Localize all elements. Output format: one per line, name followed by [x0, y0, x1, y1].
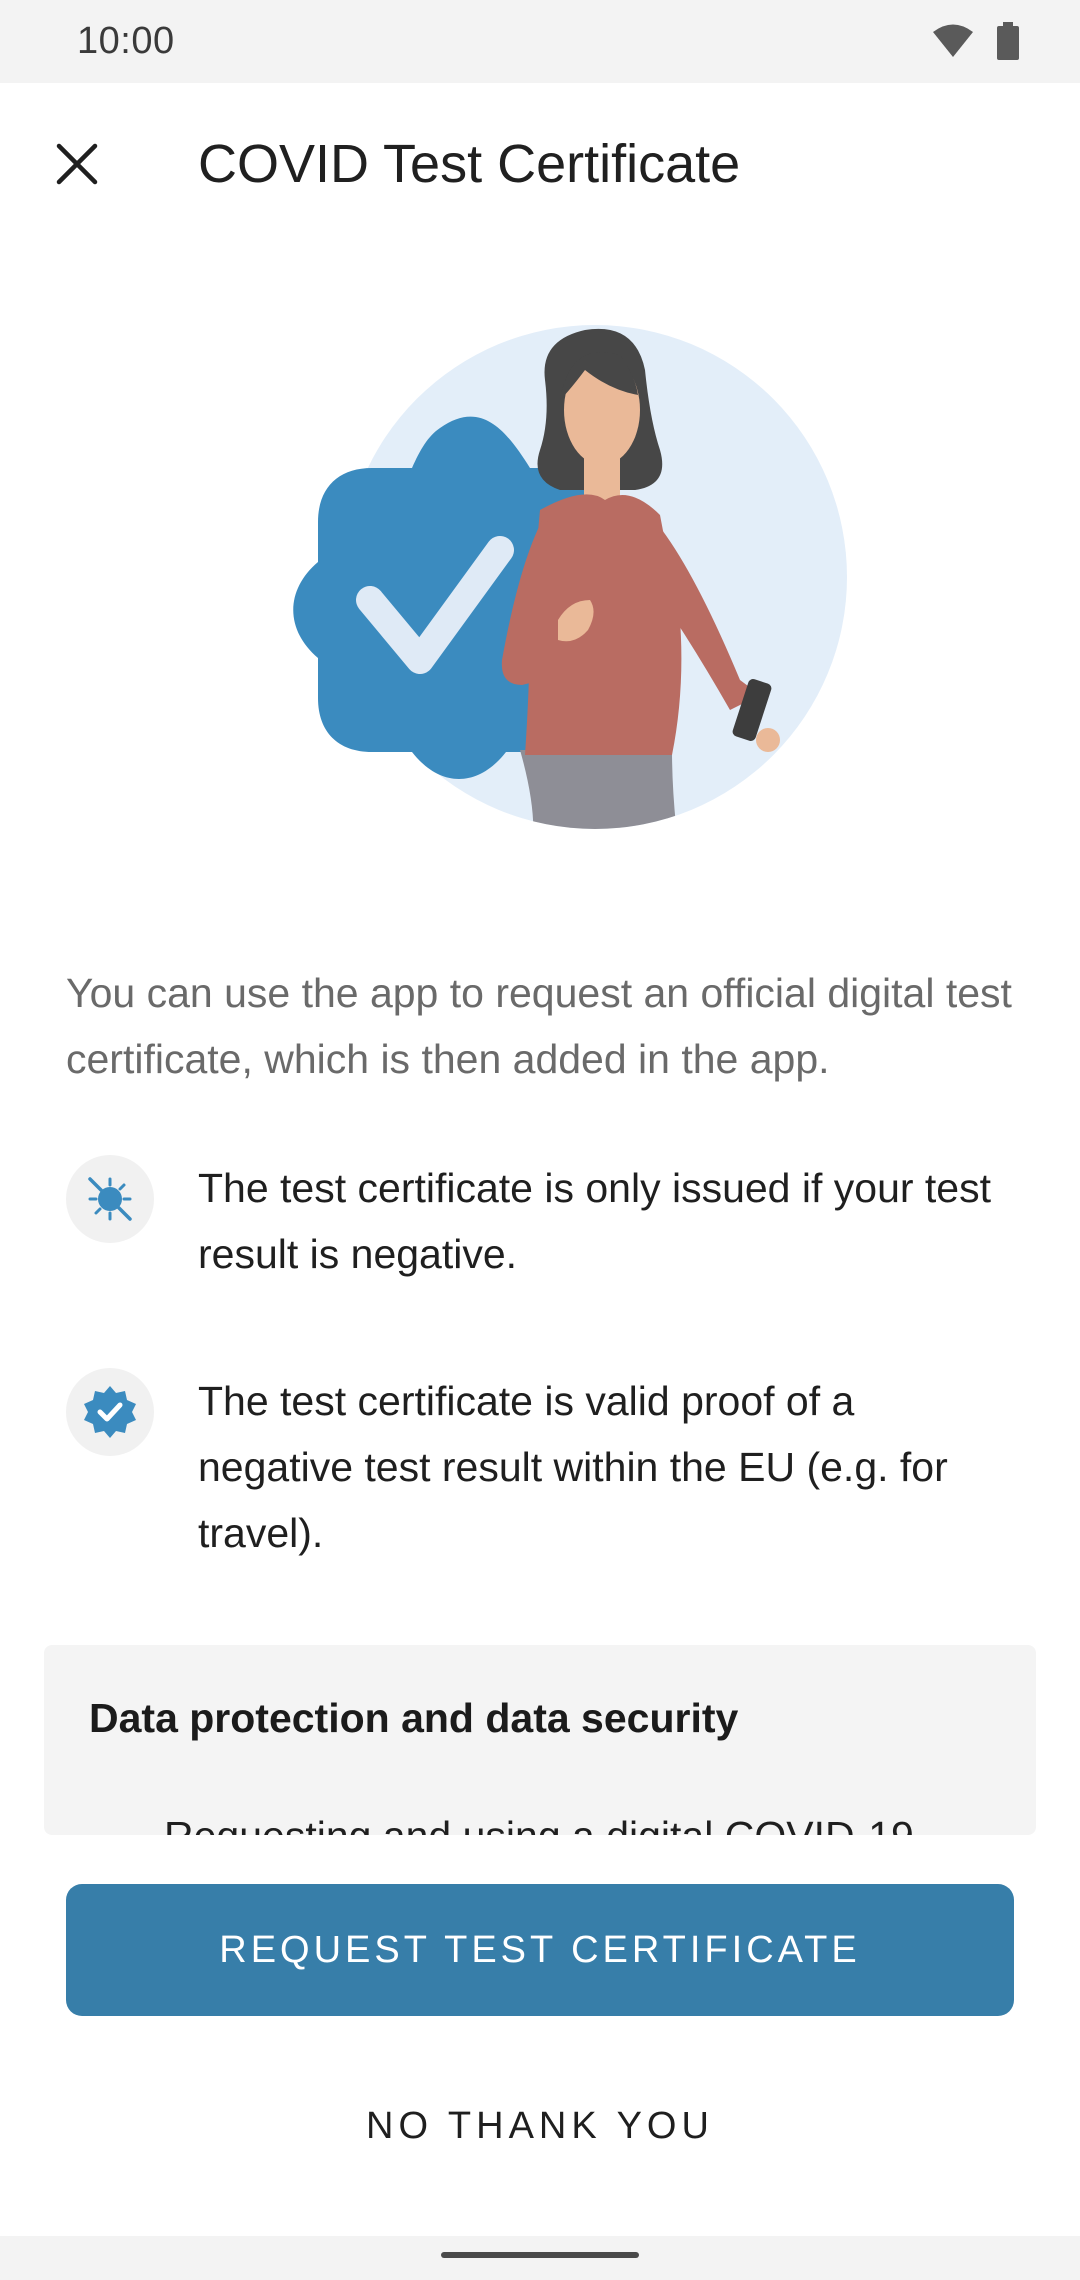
verified-badge-icon: [66, 1368, 154, 1456]
status-bar: 10:00: [0, 0, 1080, 83]
info-item-text: The test certificate is valid proof of a…: [198, 1378, 948, 1556]
hero-illustration: [240, 300, 860, 840]
info-item-text: The test certificate is only issued if y…: [198, 1165, 991, 1277]
navigation-bar: [0, 2236, 1080, 2280]
wifi-icon: [932, 23, 974, 64]
virus-crossed-icon: [66, 1155, 154, 1243]
battery-icon: [996, 22, 1020, 65]
no-thank-you-button[interactable]: NO THANK YOU: [66, 2066, 1014, 2186]
close-button[interactable]: [40, 129, 114, 203]
status-icons: [932, 22, 1020, 65]
page-title: COVID Test Certificate: [198, 134, 741, 194]
status-time: 10:00: [77, 20, 175, 62]
gesture-handle[interactable]: [441, 2252, 639, 2258]
data-protection-body: Requesting and using a digital COVID-19: [164, 1813, 914, 1835]
request-test-certificate-button[interactable]: REQUEST TEST CERTIFICATE: [66, 1884, 1014, 2016]
close-icon: [55, 142, 99, 191]
app-bar: COVID Test Certificate: [0, 83, 1080, 243]
data-protection-title: Data protection and data security: [89, 1695, 739, 1741]
data-protection-card[interactable]: Data protection and data security Reques…: [44, 1645, 1036, 1835]
intro-text: You can use the app to request an offici…: [66, 970, 1012, 1082]
scroll-edge: [0, 1838, 1080, 1858]
